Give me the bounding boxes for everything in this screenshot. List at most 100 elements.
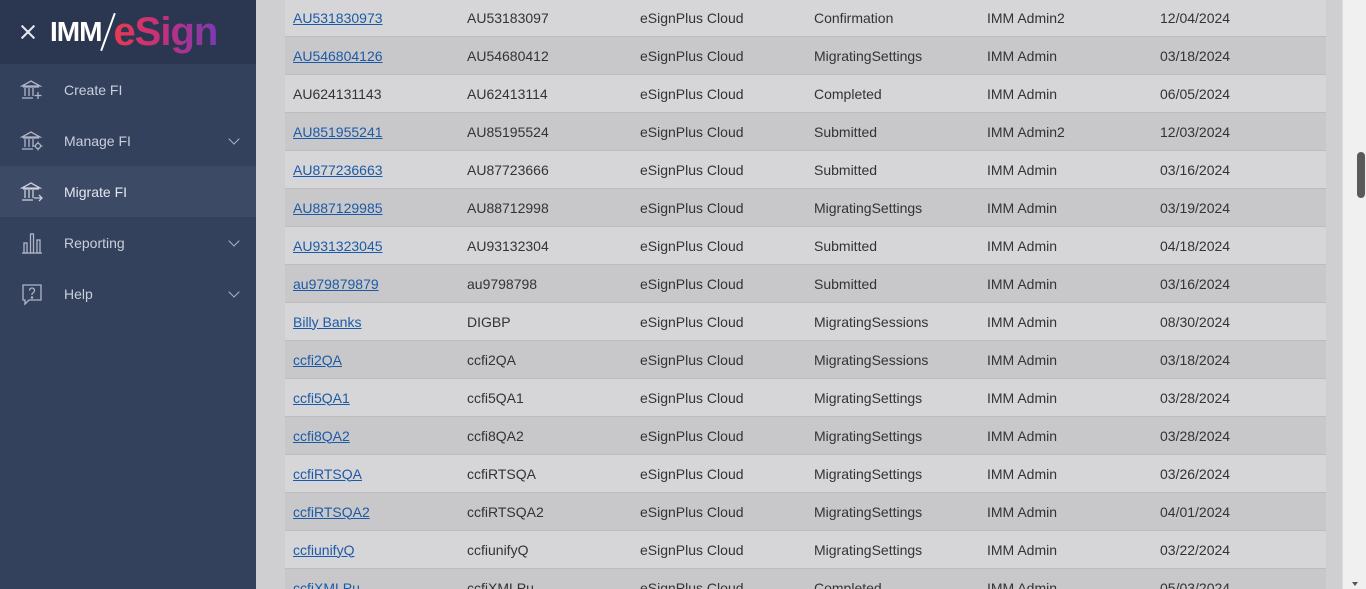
cell-code: au9798798: [467, 275, 538, 292]
scrollbar-thumb[interactable]: [1357, 152, 1365, 198]
cell-user: IMM Admin: [987, 47, 1058, 64]
bank-plus-icon: [20, 78, 44, 102]
cell-name[interactable]: AU931323045: [293, 238, 383, 254]
cell-status: Completed: [814, 579, 882, 589]
cell-user: IMM Admin: [987, 465, 1058, 482]
cell-code: AU88712998: [467, 199, 549, 216]
cell-user: IMM Admin: [987, 503, 1058, 520]
cell-name[interactable]: ccfi2QA: [293, 352, 342, 368]
cell-platform: eSignPlus Cloud: [640, 161, 744, 178]
cell-user: IMM Admin: [987, 275, 1058, 292]
cell-platform: eSignPlus Cloud: [640, 427, 744, 444]
bank-migrate-icon: [20, 180, 44, 204]
sidebar-header: IMM eSign: [0, 0, 256, 64]
brand-logo: IMM eSign: [50, 9, 218, 55]
cell-user: IMM Admin: [987, 427, 1058, 444]
cell-code: ccfi8QA2: [467, 427, 524, 444]
cell-name[interactable]: ccfiXMLPu: [293, 580, 360, 589]
cell-status: MigratingSettings: [814, 427, 923, 444]
cell-code: AU54680412: [467, 47, 549, 64]
cell-date: 03/18/2024: [1160, 351, 1231, 368]
cell-status: Confirmation: [814, 10, 894, 26]
cell-name[interactable]: au979879879: [293, 276, 379, 292]
cell-name[interactable]: ccfiunifyQ: [293, 542, 354, 558]
table-row: ccfi2QA ccfi2QA eSignPlus Cloud MigratingSe…: [285, 341, 1326, 379]
bank-gear-icon: [20, 129, 44, 153]
cell-name[interactable]: ccfiRTSQA2: [293, 504, 370, 520]
cell-status: MigratingSettings: [814, 199, 923, 216]
chevron-down-icon: [228, 235, 240, 247]
cell-user: IMM Admin2: [987, 123, 1065, 140]
cell-status: MigratingSettings: [814, 465, 923, 482]
cell-status: MigratingSessions: [814, 351, 929, 368]
close-icon[interactable]: [18, 22, 38, 42]
cell-code: DIGBP: [467, 313, 511, 330]
table-row: Billy Banks DIGBP eSignPlus Cloud Migrating…: [285, 303, 1326, 341]
cell-name[interactable]: ccfiRTSQA: [293, 466, 362, 482]
table-row: AU877236663 AU87723666 eSignPlus Cloud Subm…: [285, 151, 1326, 189]
cell-name[interactable]: Billy Banks: [293, 314, 361, 330]
chevron-down-icon: [228, 133, 240, 145]
table-row: AU851955241 AU85195524 eSignPlus Cloud Subm…: [285, 113, 1326, 151]
cell-platform: eSignPlus Cloud: [640, 389, 744, 406]
cell-date: 05/03/2024: [1160, 579, 1231, 589]
cell-status: MigratingSettings: [814, 541, 923, 558]
cell-user: IMM Admin: [987, 541, 1058, 558]
nav-label: Reporting: [64, 234, 125, 251]
cell-name[interactable]: AU851955241: [293, 124, 383, 140]
cell-date: 03/16/2024: [1160, 275, 1231, 292]
cell-name[interactable]: AU531830973: [293, 10, 383, 26]
cell-date: 04/18/2024: [1160, 237, 1231, 254]
table-row: AU624131143 AU62413114 eSignPlus Cloud Comp…: [285, 75, 1326, 113]
cell-platform: eSignPlus Cloud: [640, 85, 744, 102]
cell-status: Submitted: [814, 275, 878, 292]
cell-code: ccfiRTSQA: [467, 465, 536, 482]
cell-name: AU624131143: [293, 85, 382, 102]
cell-code: AU85195524: [467, 123, 549, 140]
sidebar: IMM eSign Create FI Manage FI Migrate FI: [0, 0, 256, 589]
cell-name[interactable]: AU546804126: [293, 48, 383, 64]
cell-code: ccfiXMLPu: [467, 579, 534, 589]
cell-name[interactable]: AU887129985: [293, 200, 383, 216]
cell-user: IMM Admin2: [987, 10, 1065, 26]
cell-name[interactable]: ccfi8QA2: [293, 428, 350, 444]
cell-status: MigratingSettings: [814, 503, 923, 520]
cell-platform: eSignPlus Cloud: [640, 541, 744, 558]
cell-status: Submitted: [814, 161, 878, 178]
cell-platform: eSignPlus Cloud: [640, 199, 744, 216]
table-row: ccfi8QA2 ccfi8QA2 eSignPlus Cloud Migrating…: [285, 417, 1326, 455]
cell-name[interactable]: AU877236663: [293, 162, 383, 178]
logo-text-esign: eSign: [113, 9, 218, 54]
nav-item-manage-fi[interactable]: Manage FI: [0, 115, 256, 166]
nav-item-create-fi[interactable]: Create FI: [0, 64, 256, 115]
table-row: ccfiRTSQA2 ccfiRTSQA2 eSignPlus Cloud Migra…: [285, 493, 1326, 531]
cell-user: IMM Admin: [987, 199, 1058, 216]
bar-chart-icon: [20, 231, 44, 255]
cell-date: 12/03/2024: [1160, 123, 1231, 140]
cell-status: MigratingSettings: [814, 47, 923, 64]
cell-code: AU53183097: [467, 10, 549, 26]
nav-item-help[interactable]: Help: [0, 268, 256, 319]
table-row: au979879879 au9798798 eSignPlus Cloud Submi…: [285, 265, 1326, 303]
cell-code: ccfi5QA1: [467, 389, 524, 406]
cell-platform: eSignPlus Cloud: [640, 10, 744, 26]
cell-date: 12/04/2024: [1160, 10, 1231, 26]
table-row: AU546804126 AU54680412 eSignPlus Cloud Migr…: [285, 37, 1326, 75]
nav-item-migrate-fi[interactable]: Migrate FI: [0, 166, 256, 217]
nav-item-reporting[interactable]: Reporting: [0, 217, 256, 268]
help-bubble-icon: [20, 282, 44, 306]
nav-label: Manage FI: [64, 132, 131, 149]
cell-platform: eSignPlus Cloud: [640, 465, 744, 482]
cell-platform: eSignPlus Cloud: [640, 123, 744, 140]
cell-user: IMM Admin: [987, 579, 1058, 589]
nav-label: Migrate FI: [64, 183, 128, 200]
cell-date: 03/18/2024: [1160, 47, 1231, 64]
cell-user: IMM Admin: [987, 351, 1058, 368]
scroll-down-arrow-icon[interactable]: [1352, 582, 1358, 586]
cell-status: MigratingSessions: [814, 313, 929, 330]
vertical-scrollbar[interactable]: [1342, 0, 1366, 589]
cell-code: AU93132304: [467, 237, 549, 254]
cell-code: AU62413114: [467, 85, 548, 102]
cell-name[interactable]: ccfi5QA1: [293, 390, 350, 406]
cell-platform: eSignPlus Cloud: [640, 351, 744, 368]
